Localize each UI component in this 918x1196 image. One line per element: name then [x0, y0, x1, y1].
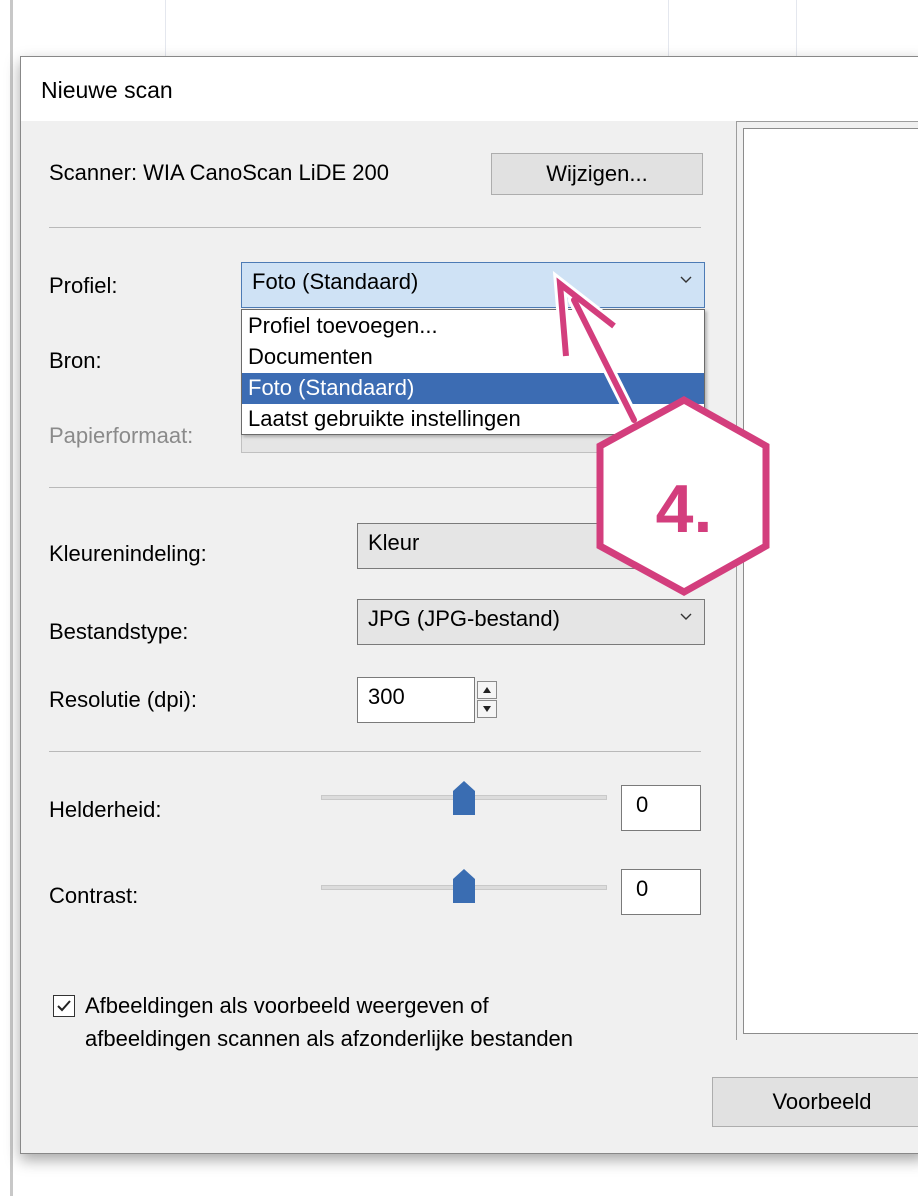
dropdown-item-label: Documenten — [248, 344, 373, 369]
separator — [49, 227, 701, 228]
resolution-value: 300 — [368, 684, 405, 709]
new-scan-dialog: Nieuwe scan Scanner: WIA CanoScan LiDE 2… — [20, 56, 918, 1154]
dropdown-item-label: Laatst gebruikte instellingen — [248, 406, 521, 431]
contrast-label: Contrast: — [49, 883, 139, 908]
file-type-label: Bestandstype: — [49, 619, 189, 644]
brightness-value: 0 — [636, 792, 649, 817]
contrast-input[interactable]: 0 — [621, 869, 701, 915]
spin-down-button[interactable] — [477, 700, 497, 718]
grid-line — [796, 0, 797, 58]
color-format-select[interactable]: Kleur — [357, 523, 705, 569]
arrow-down-icon — [483, 706, 491, 712]
dropdown-item-label: Foto (Standaard) — [248, 375, 415, 400]
profile-select[interactable]: Foto (Standaard) — [241, 262, 705, 308]
resolution-input[interactable]: 300 — [357, 677, 475, 723]
brightness-label: Helderheid: — [49, 797, 162, 822]
file-type-select[interactable]: JPG (JPG-bestand) — [357, 599, 705, 645]
preview-button-label: Voorbeeld — [772, 1089, 872, 1114]
dialog-titlebar: Nieuwe scan — [21, 57, 918, 121]
source-label: Bron: — [49, 348, 102, 373]
profile-label: Profiel: — [49, 273, 118, 298]
separator — [49, 751, 701, 752]
preview-button[interactable]: Voorbeeld — [712, 1077, 918, 1127]
chevron-down-icon — [680, 613, 692, 620]
profile-value: Foto (Standaard) — [252, 269, 419, 294]
preview-separate-checkbox[interactable] — [53, 995, 75, 1017]
checkbox-label-line2: afbeeldingen scannen als afzonderlijke b… — [85, 1026, 574, 1051]
chevron-down-icon — [680, 276, 692, 283]
arrow-up-icon — [483, 687, 491, 693]
checkbox-label-line1: Afbeeldingen als voorbeeld weergeven of — [85, 993, 489, 1018]
checkmark-icon — [57, 1000, 71, 1012]
dropdown-item-label: Profiel toevoegen... — [248, 313, 438, 338]
brightness-input[interactable]: 0 — [621, 785, 701, 831]
dropdown-item-last-used[interactable]: Laatst gebruikte instellingen — [242, 404, 704, 435]
contrast-value: 0 — [636, 876, 649, 901]
grid-line — [165, 0, 166, 58]
resolution-stepper[interactable] — [477, 681, 499, 721]
color-format-label: Kleurenindeling: — [49, 541, 207, 566]
preview-pane — [736, 121, 918, 1040]
profile-dropdown-list: Profiel toevoegen... Documenten Foto (St… — [241, 309, 705, 435]
paper-size-select — [241, 433, 705, 453]
file-type-value: JPG (JPG-bestand) — [368, 606, 560, 631]
scanner-label: Scanner: WIA CanoScan LiDE 200 — [49, 160, 389, 185]
grid-line — [668, 0, 669, 58]
dialog-title: Nieuwe scan — [41, 77, 173, 103]
spin-up-button[interactable] — [477, 681, 497, 699]
dropdown-item-photo-default[interactable]: Foto (Standaard) — [242, 373, 704, 404]
color-format-value: Kleur — [368, 530, 420, 555]
background-window-edge — [0, 0, 14, 1196]
background-window — [0, 0, 918, 58]
dropdown-item-add-profile[interactable]: Profiel toevoegen... — [242, 311, 704, 342]
dropdown-item-documents[interactable]: Documenten — [242, 342, 704, 373]
separator — [49, 487, 701, 488]
contrast-slider-thumb[interactable] — [453, 869, 475, 903]
change-scanner-button-label: Wijzigen... — [546, 161, 648, 186]
paper-size-label: Papierformaat: — [49, 423, 194, 448]
brightness-slider-thumb[interactable] — [453, 781, 475, 815]
resolution-label: Resolutie (dpi): — [49, 687, 197, 712]
preview-area — [743, 128, 918, 1034]
change-scanner-button[interactable]: Wijzigen... — [491, 153, 703, 195]
